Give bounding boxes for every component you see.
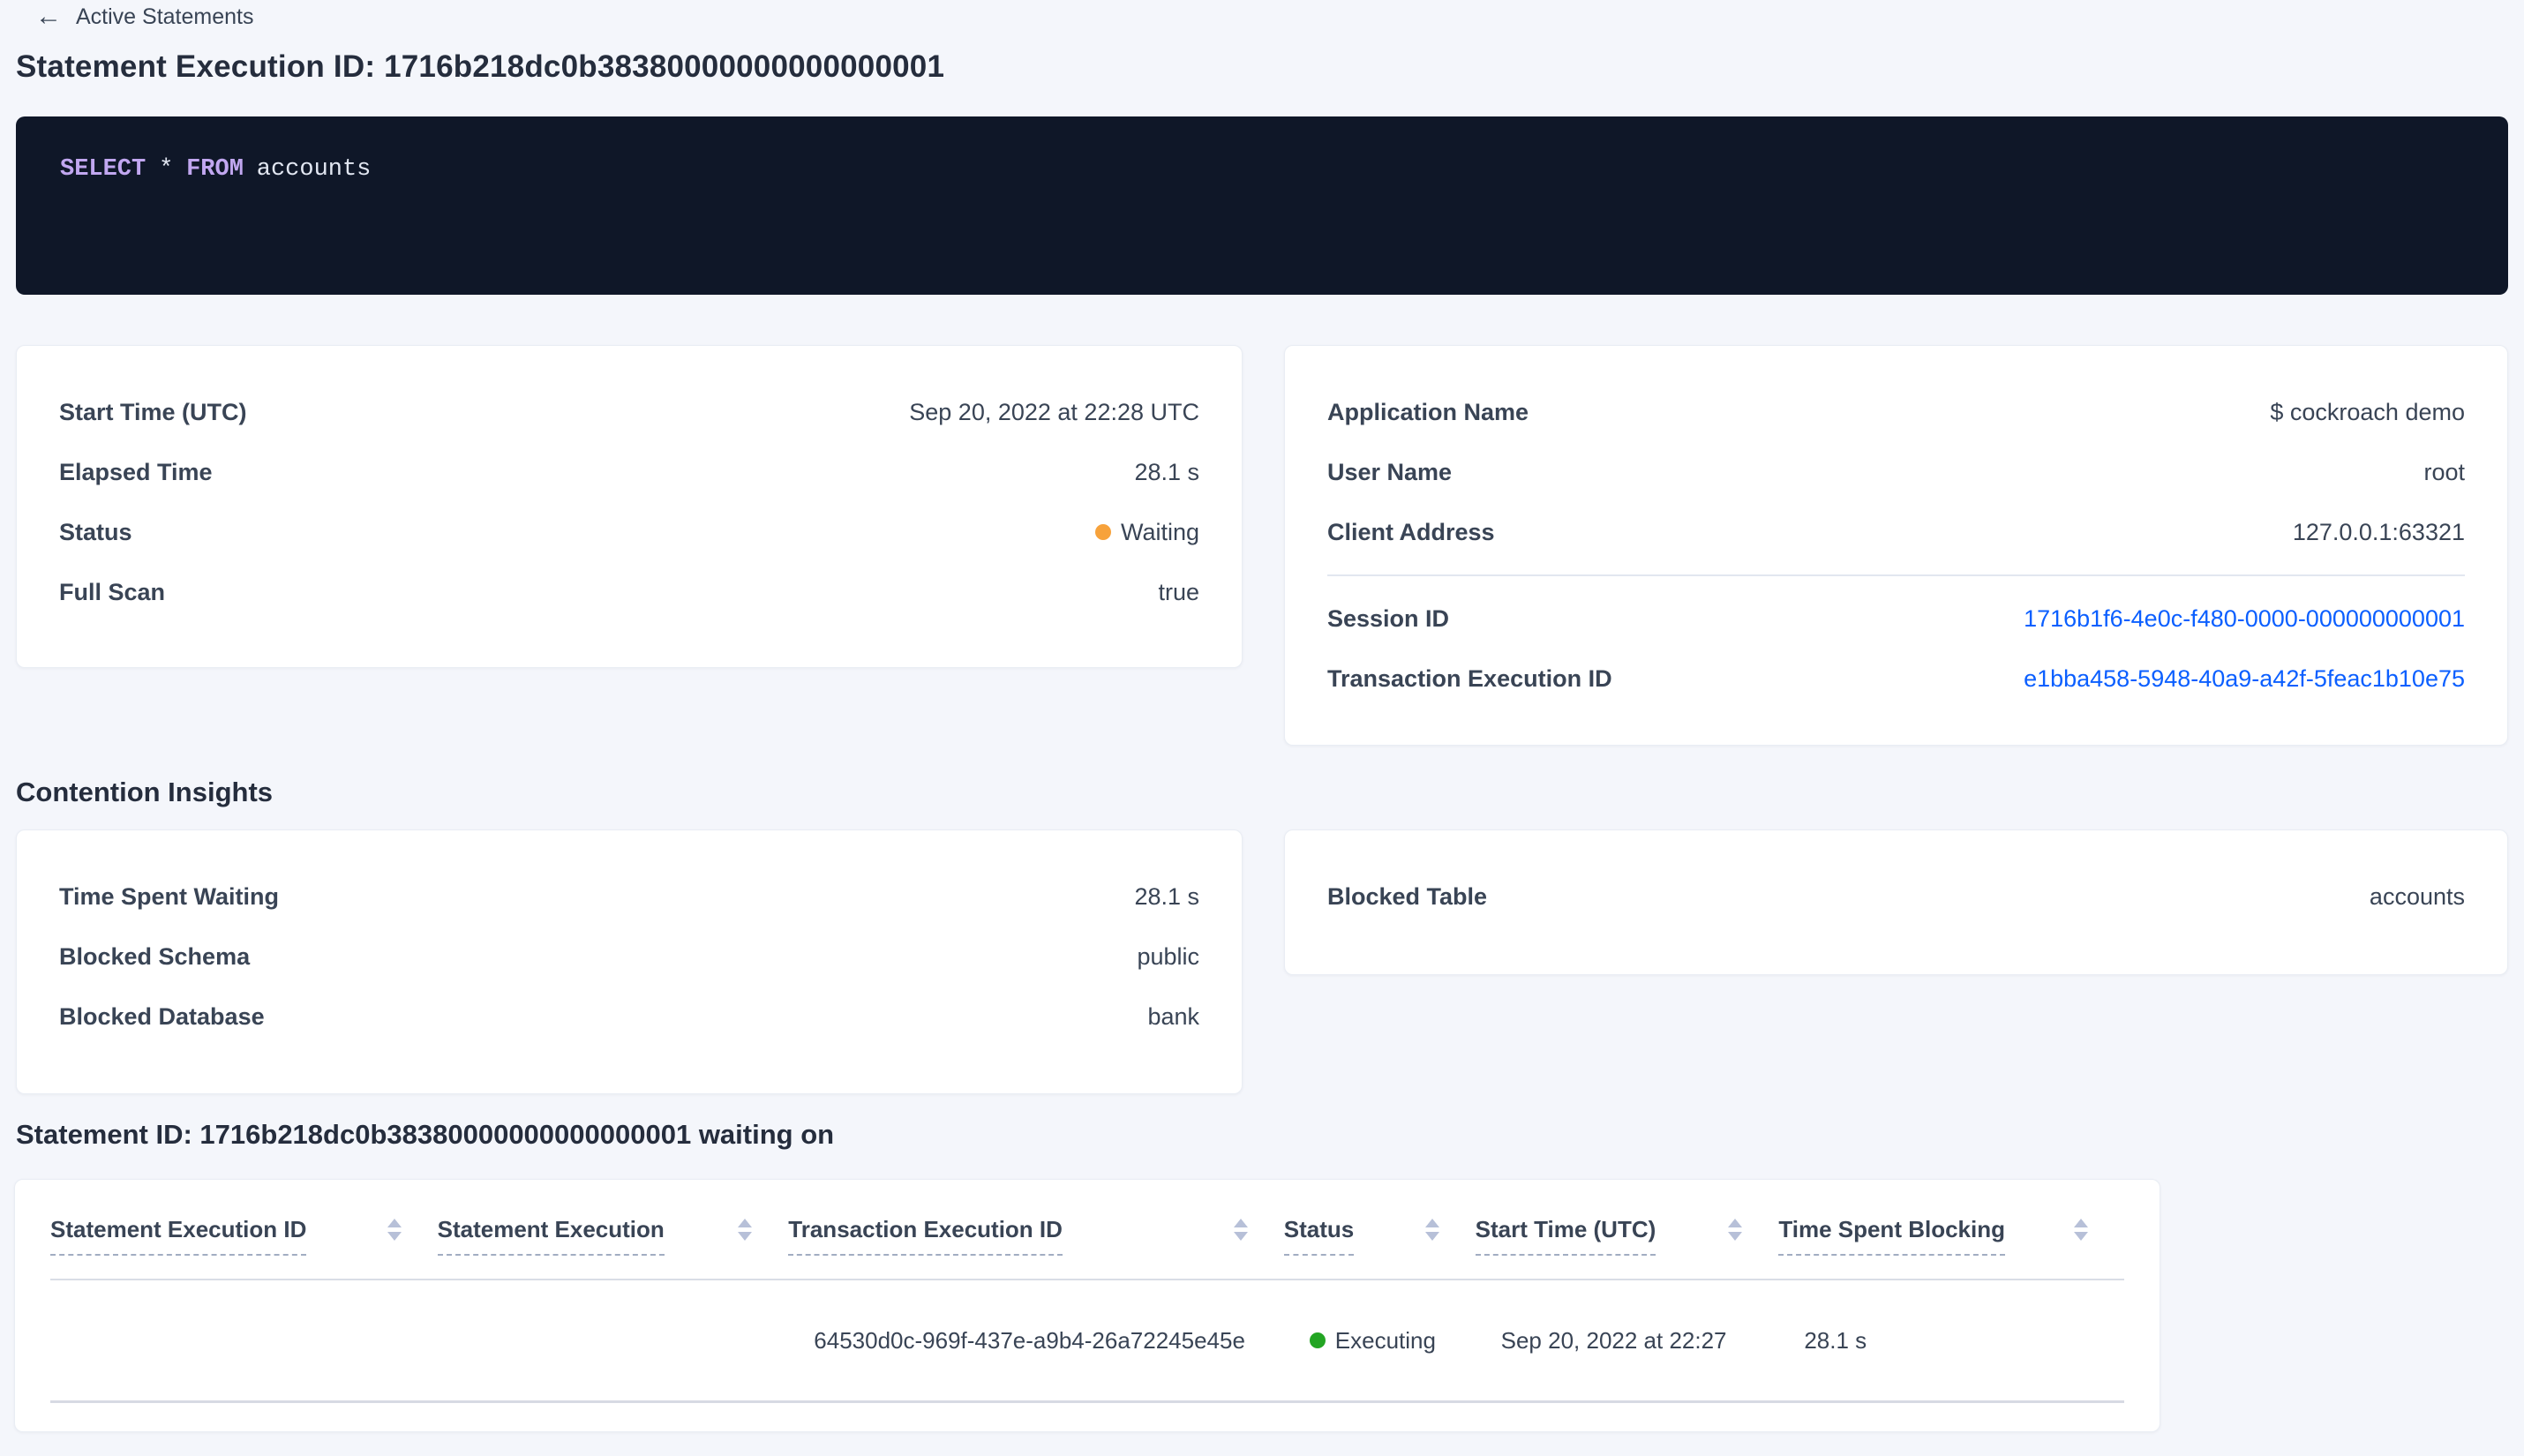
client-address-value: 127.0.0.1:63321 [2292, 518, 2465, 545]
blocked-schema-value: public [1137, 942, 1199, 970]
status-label: Status [59, 518, 132, 545]
column-header-label: Start Time (UTC) [1475, 1216, 1656, 1256]
blocked-database-value: bank [1147, 1002, 1199, 1030]
time-spent-waiting-value: 28.1 s [1134, 882, 1199, 910]
column-header-label: Statement Execution ID [50, 1216, 307, 1256]
row-time-spent-waiting: Time Spent Waiting 28.1 s [59, 867, 1199, 927]
start-time-value: Sep 20, 2022 at 22:28 UTC [909, 398, 1199, 425]
cell-status-text: Executing [1334, 1326, 1436, 1354]
user-name-value: root [2423, 458, 2465, 485]
statement-execution-page: ← Active Statements Statement Execution … [0, 0, 2524, 1456]
application-name-value: $ cockroach demo [2270, 398, 2465, 425]
blocked-table-card: Blocked Table accounts [1284, 829, 2508, 975]
column-header-transaction-execution-id[interactable]: Transaction Execution ID [788, 1180, 1284, 1279]
cell-time-spent-blocking: 28.1 s [1804, 1326, 1867, 1354]
sql-statement-box: SELECT * FROM accounts [16, 116, 2508, 295]
waiting-on-table: Statement Execution ID Statement Executi… [50, 1180, 2124, 1403]
session-details-card: Application Name $ cockroach demo User N… [1284, 345, 2508, 746]
full-scan-label: Full Scan [59, 578, 166, 605]
column-header-label: Time Spent Blocking [1778, 1216, 2005, 1256]
column-header-start-time[interactable]: Start Time (UTC) [1475, 1180, 1779, 1279]
column-header-status[interactable]: Status [1283, 1180, 1476, 1279]
executing-status-dot-icon [1309, 1332, 1326, 1348]
client-address-label: Client Address [1327, 518, 1495, 545]
sort-arrows-icon [1424, 1218, 1439, 1241]
blocked-database-label: Blocked Database [59, 1002, 265, 1030]
column-header-statement-execution-id[interactable]: Statement Execution ID [50, 1180, 438, 1279]
row-blocked-database: Blocked Database bank [59, 987, 1199, 1047]
back-to-active-statements-link[interactable]: ← Active Statements [35, 4, 253, 30]
elapsed-time-value: 28.1 s [1134, 458, 1199, 485]
column-header-time-spent-blocking[interactable]: Time Spent Blocking [1778, 1180, 2124, 1279]
status-value: Waiting [1120, 518, 1199, 545]
row-blocked-schema: Blocked Schema public [59, 927, 1199, 987]
column-header-statement-execution[interactable]: Statement Execution [437, 1180, 789, 1279]
row-status: Status Waiting [59, 502, 1199, 562]
column-header-label: Statement Execution [437, 1216, 665, 1256]
back-arrow-icon: ← [35, 2, 62, 31]
row-start-time: Start Time (UTC) Sep 20, 2022 at 22:28 U… [59, 382, 1199, 442]
user-name-label: User Name [1327, 458, 1453, 485]
waiting-on-table-card: Statement Execution ID Statement Executi… [14, 1179, 2160, 1432]
table-header-row: Statement Execution ID Statement Executi… [50, 1180, 2124, 1280]
waiting-status-dot-icon [1094, 524, 1111, 540]
elapsed-time-label: Elapsed Time [59, 458, 213, 485]
blocked-schema-label: Blocked Schema [59, 942, 251, 970]
table-row: 64530d0c-969f-437e-a9b4-26a72245e45e Exe… [50, 1280, 2124, 1403]
row-client-address: Client Address 127.0.0.1:63321 [1327, 502, 2465, 562]
sql-keyword-select: SELECT [60, 156, 146, 183]
row-transaction-execution-id: Transaction Execution ID e1bba458-5948-4… [1327, 649, 2465, 709]
back-link-label: Active Statements [76, 4, 254, 29]
status-badge: Waiting [1094, 518, 1199, 546]
row-application-name: Application Name $ cockroach demo [1327, 382, 2465, 442]
cell-start-time: Sep 20, 2022 at 22:27 [1500, 1326, 1727, 1354]
session-card-divider [1327, 574, 2465, 576]
sort-arrows-icon [738, 1218, 753, 1241]
execution-details-card: Start Time (UTC) Sep 20, 2022 at 22:28 U… [16, 345, 1243, 668]
row-session-id: Session ID 1716b1f6-4e0c-f480-0000-00000… [1327, 589, 2465, 649]
full-scan-value: true [1158, 578, 1199, 605]
session-id-label: Session ID [1327, 604, 1450, 632]
sort-arrows-icon [1233, 1218, 1248, 1241]
start-time-label: Start Time (UTC) [59, 398, 247, 425]
transaction-execution-id-label: Transaction Execution ID [1327, 664, 1612, 692]
transaction-execution-id-link[interactable]: e1bba458-5948-40a9-a42f-5feac1b10e75 [2024, 665, 2465, 693]
cell-transaction-execution-id: 64530d0c-969f-437e-a9b4-26a72245e45e [814, 1326, 1245, 1354]
blocked-table-label: Blocked Table [1327, 882, 1488, 910]
row-user-name: User Name root [1327, 442, 2465, 502]
row-elapsed-time: Elapsed Time 28.1 s [59, 442, 1199, 502]
row-blocked-table: Blocked Table accounts [1327, 867, 2465, 927]
contention-details-card: Time Spent Waiting 28.1 s Blocked Schema… [16, 829, 1243, 1094]
page-title: Statement Execution ID: 1716b218dc0b3838… [16, 49, 945, 84]
row-full-scan: Full Scan true [59, 562, 1199, 622]
sort-arrows-icon [2073, 1218, 2088, 1241]
time-spent-waiting-label: Time Spent Waiting [59, 882, 280, 910]
contention-insights-heading: Contention Insights [16, 777, 274, 807]
column-header-label: Transaction Execution ID [788, 1216, 1063, 1256]
sql-keyword-from: FROM [186, 156, 244, 183]
sort-arrows-icon [1728, 1218, 1743, 1241]
sql-table-name: accounts [256, 156, 372, 183]
sort-arrows-icon [387, 1218, 402, 1241]
blocked-table-value: accounts [2369, 882, 2465, 910]
application-name-label: Application Name [1327, 398, 1529, 425]
waiting-on-heading: Statement ID: 1716b218dc0b38380000000000… [16, 1119, 835, 1150]
sql-star: * [159, 156, 174, 183]
cell-status: Executing [1284, 1327, 1476, 1355]
column-header-label: Status [1283, 1216, 1355, 1256]
session-id-link[interactable]: 1716b1f6-4e0c-f480-0000-000000000001 [2024, 605, 2465, 633]
